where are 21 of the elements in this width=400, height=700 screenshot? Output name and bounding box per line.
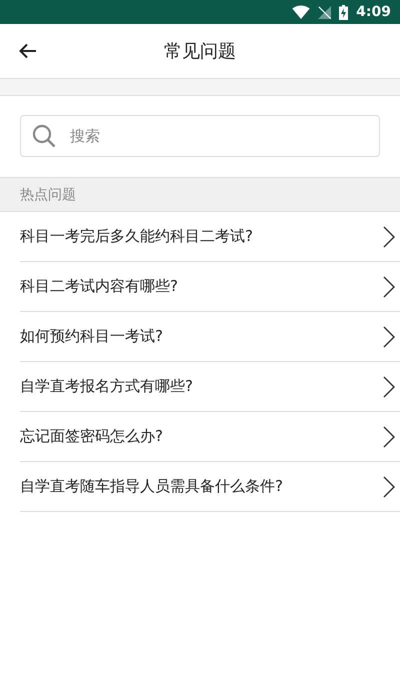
battery-charging-icon — [339, 4, 348, 20]
chevron-right-icon — [383, 376, 395, 398]
question-item[interactable]: 自学直考随车指导人员需具备什么条件? — [20, 462, 400, 512]
section-title: 热点问题 — [20, 186, 76, 204]
chevron-right-icon — [383, 426, 395, 448]
back-arrow-icon[interactable] — [19, 43, 37, 59]
wifi-icon — [292, 5, 310, 19]
search-icon — [32, 124, 56, 148]
chevron-right-icon — [383, 326, 395, 348]
chevron-right-icon — [383, 476, 395, 498]
chevron-right-icon — [383, 226, 395, 248]
question-item[interactable]: 科目一考完后多久能约科目二考试? — [20, 212, 400, 262]
question-item[interactable]: 自学直考报名方式有哪些? — [20, 362, 400, 412]
question-item[interactable]: 科目二考试内容有哪些? — [20, 262, 400, 312]
question-item[interactable]: 忘记面签密码怎么办? — [20, 412, 400, 462]
clock-time: 4:09 — [356, 4, 391, 20]
question-item[interactable]: 如何预约科目一考试? — [20, 312, 400, 362]
no-signal-icon — [318, 6, 332, 18]
page-title: 常见问题 — [164, 40, 236, 63]
search-field[interactable]: 搜索 — [20, 115, 380, 157]
chevron-right-icon — [383, 276, 395, 298]
